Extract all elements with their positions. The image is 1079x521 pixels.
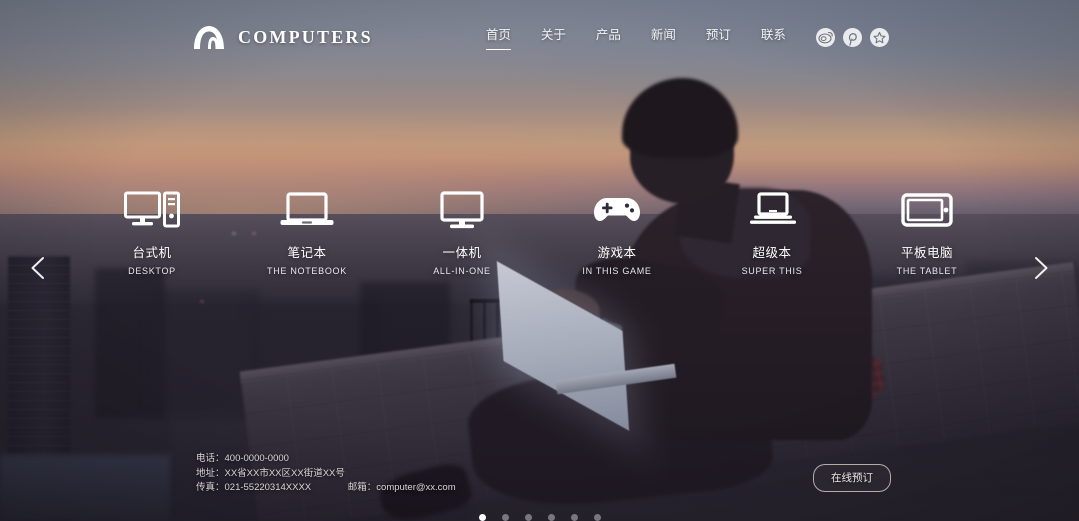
carousel-dot[interactable] [593, 514, 601, 521]
site-header: COMPUTERS 首页 关于 产品 新闻 预订 联系 [0, 0, 1079, 74]
carousel-prev-button[interactable] [26, 255, 52, 281]
nav-item-home[interactable]: 首页 [485, 24, 511, 50]
contact-fax-line: 传真：021-55220314XXXX 邮箱：computer@xx.com [196, 481, 456, 496]
carousel-dot[interactable] [478, 514, 486, 521]
contact-phone: 电话：400-0000-0000 [196, 453, 289, 464]
product-ultrabook[interactable]: 超级本 SUPER THIS [725, 186, 820, 276]
weibo-icon[interactable] [816, 27, 835, 47]
tablet-icon [880, 186, 975, 234]
online-booking-button[interactable]: 在线预订 [813, 464, 891, 492]
carousel-dot[interactable] [501, 514, 509, 521]
product-name-en: SUPER THIS [741, 266, 803, 276]
carousel-dot[interactable] [524, 514, 532, 521]
nav-item-products[interactable]: 产品 [596, 24, 621, 50]
product-name-cn: 平板电脑 [900, 246, 953, 260]
product-name-cn: 台式机 [132, 246, 172, 260]
product-name-en: THE NOTEBOOK [267, 266, 347, 276]
ultrabook-icon [725, 186, 820, 234]
product-notebook[interactable]: 笔记本 THE NOTEBOOK [260, 186, 355, 276]
contact-fax: 传真：021-55220314XXXX [196, 482, 312, 493]
main-nav: 首页 关于 产品 新闻 预订 联系 [485, 24, 786, 50]
product-tablet[interactable]: 平板电脑 THE TABLET [880, 186, 975, 276]
product-all-in-one[interactable]: 一体机 ALL-IN-ONE [415, 186, 510, 276]
product-name-en: DESKTOP [128, 266, 176, 276]
product-name-en: IN THIS GAME [582, 266, 652, 276]
product-name-cn: 笔记本 [287, 246, 327, 260]
pinterest-icon[interactable] [843, 27, 862, 47]
arch-m-logo-icon [192, 24, 228, 50]
product-name-cn: 一体机 [442, 246, 482, 260]
contact-email: 邮箱：computer@xx.com [347, 482, 456, 493]
star-icon[interactable] [870, 27, 889, 47]
carousel-dot[interactable] [547, 514, 555, 521]
product-name-en: THE TABLET [896, 266, 958, 276]
contact-info: 电话：400-0000-0000 地址：XX省XX市XX区XX街道XX号 传真：… [196, 452, 456, 496]
hero-banner: COMPUTERS 首页 关于 产品 新闻 预订 联系 台式机 DESKTOP … [0, 0, 1079, 521]
desktop-tower-icon [105, 186, 200, 234]
gamepad-icon [570, 186, 665, 234]
nav-item-booking[interactable]: 预订 [706, 24, 731, 50]
contact-address: 地址：XX省XX市XX区XX街道XX号 [196, 467, 345, 479]
monitor-icon [415, 186, 510, 234]
carousel-next-button[interactable] [1027, 255, 1053, 281]
brand-logo[interactable]: COMPUTERS [192, 24, 373, 50]
product-name-cn: 游戏本 [597, 246, 637, 260]
product-name-en: ALL-IN-ONE [433, 266, 491, 276]
laptop-icon [260, 186, 355, 234]
product-gaming-laptop[interactable]: 游戏本 IN THIS GAME [570, 186, 665, 276]
carousel-dots [0, 514, 1079, 521]
chevron-left-icon [31, 257, 44, 279]
social-links [816, 27, 889, 47]
nav-item-contact[interactable]: 联系 [761, 24, 786, 50]
product-name-cn: 超级本 [752, 246, 792, 260]
product-category-list: 台式机 DESKTOP 笔记本 THE NOTEBOOK 一体机 ALL-IN-… [0, 186, 1079, 276]
carousel-dot[interactable] [570, 514, 578, 521]
nav-item-about[interactable]: 关于 [541, 24, 566, 50]
nav-item-news[interactable]: 新闻 [651, 24, 676, 50]
chevron-right-icon [1035, 257, 1048, 279]
brand-name: COMPUTERS [238, 26, 373, 47]
product-desktop[interactable]: 台式机 DESKTOP [105, 186, 200, 276]
